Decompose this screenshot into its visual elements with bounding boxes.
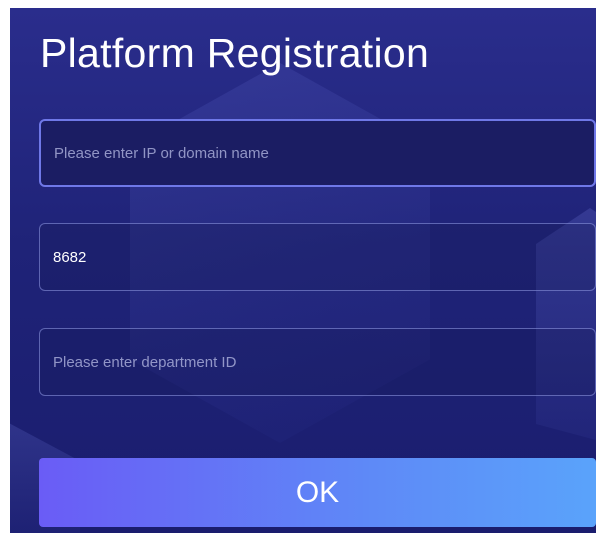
page-title: Platform Registration (40, 30, 430, 76)
registration-panel: Platform Registration OK (10, 8, 596, 533)
server-address-input[interactable] (39, 119, 596, 187)
ok-button[interactable]: OK (39, 458, 596, 527)
port-input[interactable] (39, 223, 596, 291)
department-id-input[interactable] (39, 328, 596, 396)
